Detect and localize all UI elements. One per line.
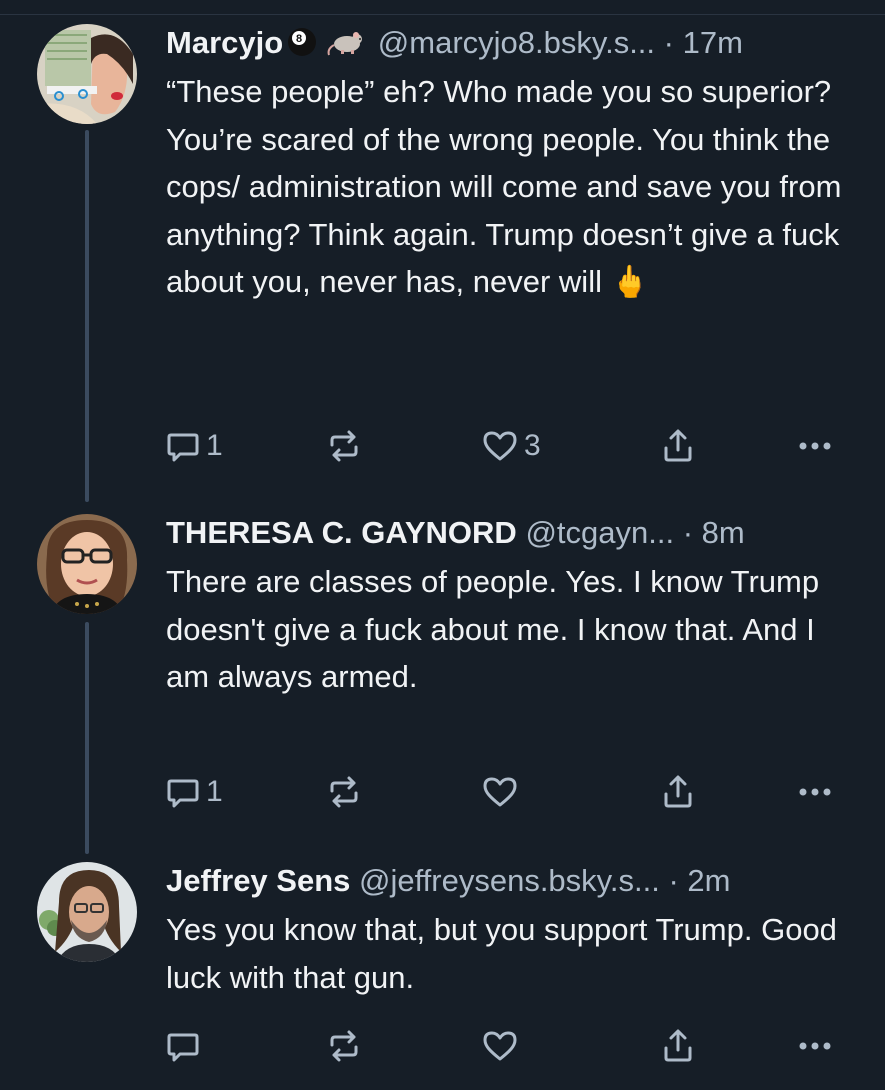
handle[interactable]: @jeffreysens.bsky.s... [359, 863, 660, 898]
timestamp[interactable]: 8m [702, 515, 745, 550]
separator-dot: · [668, 863, 679, 898]
share-upload-icon [662, 1028, 694, 1064]
heart-icon [482, 429, 518, 463]
display-name[interactable]: Marcyjo [166, 25, 283, 60]
display-name[interactable]: Jeffrey Sens [166, 863, 350, 898]
like-button[interactable] [482, 772, 524, 812]
more-options-button[interactable] [798, 1026, 832, 1066]
more-options-button[interactable] [798, 772, 832, 812]
reply-bubble-icon [166, 775, 200, 809]
repost-button[interactable] [326, 772, 368, 812]
avatar[interactable] [37, 514, 137, 614]
thread-line [85, 130, 89, 502]
timestamp[interactable]: 17m [683, 25, 743, 60]
handle[interactable]: @marcyjo8.bsky.s... [378, 25, 655, 60]
thread-line [85, 622, 89, 854]
post-text: Yes you know that, but you support Trump… [166, 912, 846, 995]
more-dots-icon [798, 441, 832, 451]
more-options-button[interactable] [798, 426, 832, 466]
more-dots-icon [798, 787, 832, 797]
svg-text:8: 8 [296, 33, 302, 45]
rat-emoji [325, 27, 369, 64]
share-upload-icon [662, 774, 694, 810]
post-header: Jeffrey Sens @jeffreysens.bsky.s... · 2m [166, 862, 856, 902]
timestamp[interactable]: 2m [687, 863, 730, 898]
separator-dot: · [663, 25, 674, 60]
share-upload-icon [662, 428, 694, 464]
repost-arrows-icon [326, 429, 362, 463]
reply-button[interactable]: 1 [166, 772, 223, 812]
post-header: THERESA C. GAYNORD @tcgayn... · 8m [166, 514, 856, 554]
share-button[interactable] [662, 1026, 694, 1066]
separator-dot: · [682, 515, 694, 550]
top-divider [0, 14, 885, 15]
post-actions [166, 1026, 836, 1066]
heart-icon [482, 1029, 518, 1063]
heart-icon [482, 775, 518, 809]
reply-bubble-icon [166, 429, 200, 463]
reply-count: 1 [206, 429, 223, 462]
reply-button[interactable] [166, 1026, 206, 1066]
post-actions: 1 [166, 772, 836, 812]
repost-arrows-icon [326, 775, 362, 809]
reply-count: 1 [206, 775, 223, 808]
repost-arrows-icon [326, 1029, 362, 1063]
share-button[interactable] [662, 426, 694, 466]
post-header: Marcyjo 8 @marcyjo8.bsky.s... · 17m [166, 24, 856, 64]
avatar[interactable] [37, 862, 137, 962]
like-button[interactable]: 3 [482, 426, 541, 466]
like-count: 3 [524, 429, 541, 462]
display-name[interactable]: THERESA C. GAYNORD [166, 515, 517, 550]
reply-button[interactable]: 1 [166, 426, 223, 466]
thread-feed: Marcyjo 8 @marcyjo8.bsky.s... · 17m “Thes… [0, 0, 885, 1090]
repost-button[interactable] [326, 1026, 368, 1066]
post-actions: 1 3 [166, 426, 836, 466]
avatar[interactable] [37, 24, 137, 124]
8-ball-emoji: 8 [287, 27, 321, 64]
post-text: There are classes of people. Yes. I know… [166, 564, 828, 694]
repost-button[interactable] [326, 426, 368, 466]
like-button[interactable] [482, 1026, 524, 1066]
post-text: “These people” eh? Who made you so super… [166, 74, 851, 299]
more-dots-icon [798, 1041, 832, 1051]
handle[interactable]: @tcgayn... [525, 515, 674, 550]
reply-bubble-icon [166, 1029, 200, 1063]
share-button[interactable] [662, 772, 694, 812]
